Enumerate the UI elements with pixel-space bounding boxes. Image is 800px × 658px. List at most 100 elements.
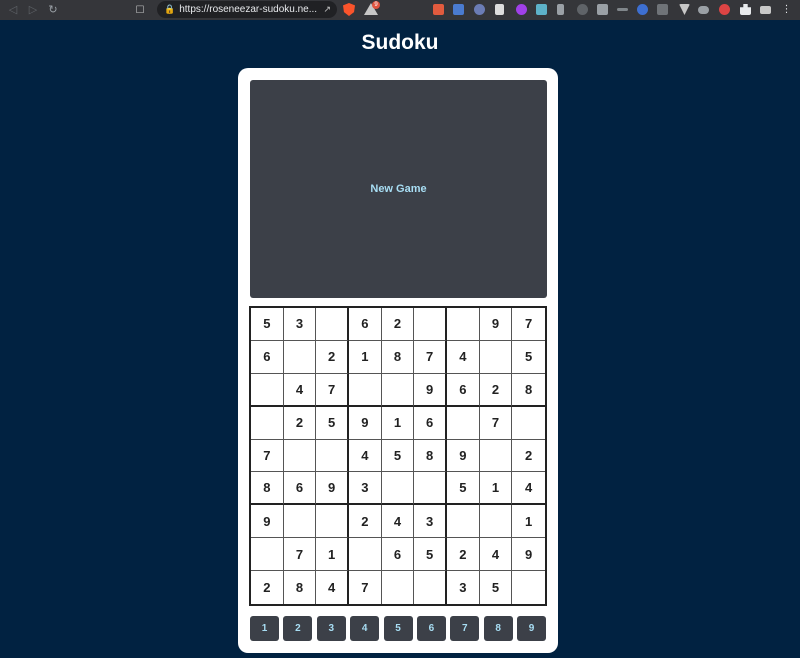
- sudoku-cell[interactable]: 1: [316, 538, 349, 572]
- sudoku-cell[interactable]: 5: [381, 439, 415, 473]
- number-button-3[interactable]: 3: [316, 616, 346, 641]
- sudoku-cell[interactable]: [382, 571, 415, 604]
- sudoku-cell[interactable]: 6: [349, 308, 382, 341]
- extension-icon[interactable]: [698, 6, 709, 14]
- extension-icon[interactable]: [719, 4, 730, 15]
- sudoku-cell[interactable]: 7: [414, 340, 447, 374]
- sudoku-cell[interactable]: [349, 373, 382, 407]
- sudoku-cell[interactable]: 3: [447, 571, 480, 604]
- extension-icon[interactable]: [657, 4, 668, 15]
- sudoku-cell[interactable]: 3: [349, 472, 382, 506]
- sudoku-cell[interactable]: [414, 308, 447, 341]
- sudoku-cell[interactable]: [512, 407, 545, 440]
- reading-list-icon[interactable]: [760, 6, 771, 14]
- sudoku-cell[interactable]: [251, 538, 284, 572]
- sudoku-cell[interactable]: 4: [381, 505, 415, 539]
- sudoku-cell[interactable]: 7: [283, 538, 317, 572]
- sudoku-cell[interactable]: 5: [316, 406, 349, 440]
- sudoku-cell[interactable]: 3: [414, 505, 447, 539]
- sudoku-cell[interactable]: [316, 439, 349, 473]
- sudoku-cell[interactable]: [479, 340, 513, 374]
- sudoku-cell[interactable]: 5: [251, 308, 284, 341]
- sudoku-cell[interactable]: [283, 505, 317, 539]
- sudoku-cell[interactable]: 7: [251, 439, 284, 473]
- sudoku-cell[interactable]: [349, 538, 382, 572]
- sudoku-cell[interactable]: [381, 373, 415, 407]
- sudoku-cell[interactable]: 4: [316, 571, 349, 604]
- vue-devtools-icon[interactable]: [679, 4, 690, 15]
- extension-icon[interactable]: [637, 4, 648, 15]
- number-button-5[interactable]: 5: [383, 616, 413, 641]
- sudoku-cell[interactable]: 5: [447, 472, 480, 506]
- sudoku-cell[interactable]: 6: [381, 538, 415, 572]
- sudoku-cell[interactable]: 8: [284, 571, 317, 604]
- sudoku-cell[interactable]: 5: [480, 571, 513, 604]
- sudoku-cell[interactable]: [447, 308, 480, 341]
- sudoku-cell[interactable]: 9: [251, 505, 284, 539]
- sudoku-cell[interactable]: [414, 472, 447, 506]
- back-icon[interactable]: ◁: [6, 3, 20, 17]
- sudoku-cell[interactable]: 7: [349, 571, 382, 604]
- sudoku-cell[interactable]: 5: [512, 341, 545, 374]
- sudoku-cell[interactable]: 4: [447, 340, 480, 374]
- number-button-8[interactable]: 8: [483, 616, 513, 641]
- number-button-1[interactable]: 1: [250, 616, 279, 641]
- sudoku-cell[interactable]: 2: [283, 406, 317, 440]
- sudoku-cell[interactable]: 4: [349, 439, 382, 473]
- sudoku-cell[interactable]: [283, 439, 317, 473]
- sudoku-cell[interactable]: 9: [512, 538, 545, 572]
- sudoku-cell[interactable]: 7: [512, 308, 545, 341]
- sudoku-cell[interactable]: 9: [447, 439, 480, 473]
- sudoku-cell[interactable]: 6: [447, 373, 480, 407]
- extension-icon[interactable]: [597, 4, 608, 15]
- sudoku-cell[interactable]: 8: [414, 439, 447, 473]
- sudoku-cell[interactable]: [414, 571, 447, 604]
- sudoku-cell[interactable]: [251, 406, 284, 440]
- sudoku-cell[interactable]: 2: [349, 505, 382, 539]
- sudoku-cell[interactable]: 6: [414, 406, 447, 440]
- sudoku-cell[interactable]: 4: [283, 373, 317, 407]
- sudoku-cell[interactable]: 1: [512, 505, 545, 539]
- bookmark-icon[interactable]: ☐: [134, 3, 146, 17]
- sudoku-cell[interactable]: 1: [349, 340, 382, 374]
- sudoku-cell[interactable]: 6: [283, 472, 317, 506]
- number-button-2[interactable]: 2: [283, 616, 313, 641]
- sudoku-cell[interactable]: 2: [381, 308, 415, 341]
- pen-extension-icon[interactable]: [495, 4, 504, 15]
- sudoku-cell[interactable]: [381, 472, 415, 506]
- sudoku-cell[interactable]: 1: [381, 406, 415, 440]
- reload-icon[interactable]: ↻: [46, 3, 60, 17]
- extension-icon[interactable]: [536, 4, 547, 15]
- sudoku-cell[interactable]: 2: [479, 373, 513, 407]
- sudoku-cell[interactable]: 9: [349, 406, 382, 440]
- sudoku-cell[interactable]: 8: [381, 340, 415, 374]
- function-extension-icon[interactable]: [557, 4, 564, 15]
- sudoku-cell[interactable]: 2: [447, 538, 480, 572]
- sudoku-cell[interactable]: 2: [512, 440, 545, 473]
- sudoku-cell[interactable]: [479, 505, 513, 539]
- sudoku-cell[interactable]: [447, 406, 480, 440]
- extension-icon[interactable]: [433, 4, 444, 15]
- react-devtools-icon[interactable]: [474, 4, 485, 15]
- sudoku-cell[interactable]: 6: [251, 340, 284, 374]
- sudoku-cell[interactable]: 9: [479, 308, 513, 341]
- extension-icon[interactable]: [577, 4, 588, 15]
- brave-shields-icon[interactable]: [343, 3, 355, 16]
- share-icon[interactable]: ↗: [323, 4, 331, 15]
- forward-icon[interactable]: ▷: [26, 3, 40, 17]
- menu-icon[interactable]: ⋮: [781, 4, 792, 15]
- number-button-7[interactable]: 7: [450, 616, 480, 641]
- sudoku-cell[interactable]: [447, 505, 480, 539]
- sudoku-cell[interactable]: 4: [512, 472, 545, 506]
- number-button-6[interactable]: 6: [416, 616, 446, 641]
- sudoku-cell[interactable]: 9: [316, 472, 349, 506]
- sudoku-cell[interactable]: 4: [479, 538, 513, 572]
- sudoku-cell[interactable]: 5: [414, 538, 447, 572]
- number-button-9[interactable]: 9: [517, 616, 546, 641]
- sudoku-cell[interactable]: [316, 308, 349, 341]
- translate-extension-icon[interactable]: [453, 4, 464, 15]
- sudoku-cell[interactable]: 2: [251, 571, 284, 604]
- sudoku-cell[interactable]: [251, 373, 284, 407]
- new-game-button[interactable]: New Game: [250, 80, 547, 298]
- sudoku-cell[interactable]: [512, 571, 545, 604]
